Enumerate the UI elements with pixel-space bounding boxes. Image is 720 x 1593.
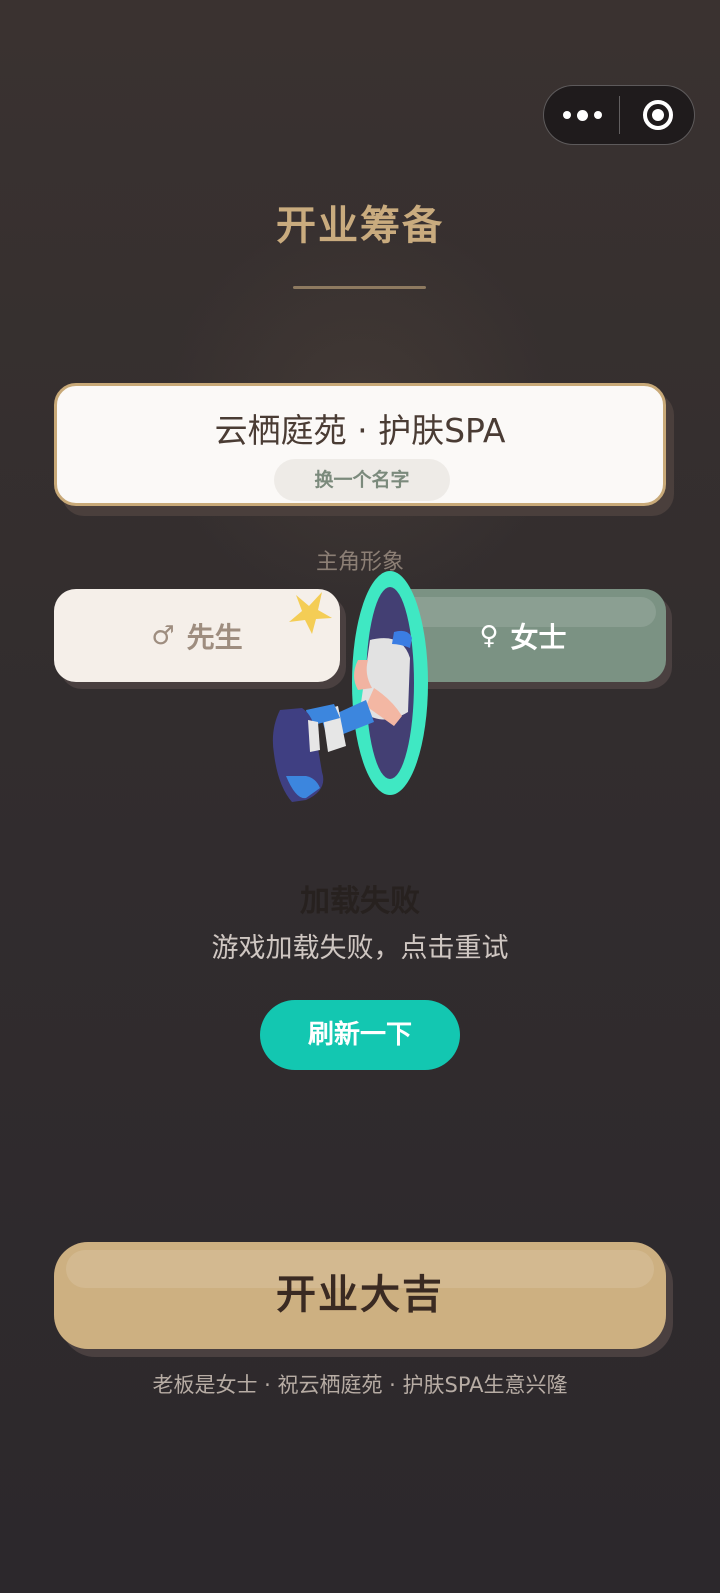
mini-program-capsule bbox=[543, 85, 695, 145]
target-close-icon[interactable] bbox=[620, 86, 696, 144]
error-title: 加载失败 bbox=[300, 884, 420, 919]
gender-male-label: 先生 bbox=[186, 620, 243, 654]
page-title: 开业筹备 bbox=[276, 203, 444, 249]
portal-legs-icon bbox=[272, 571, 428, 802]
male-symbol-icon: ♂ bbox=[151, 620, 175, 651]
change-name-button[interactable]: 换一个名字 bbox=[274, 459, 450, 501]
female-symbol-icon: ♀ bbox=[479, 620, 499, 651]
blessing-text: 老板是女士 · 祝云栖庭苑 · 护肤SPA生意兴隆 bbox=[152, 1373, 568, 1397]
shop-name-card: 云栖庭苑 · 护肤SPA 换一个名字 bbox=[54, 383, 666, 506]
grand-opening-button[interactable]: 开业大吉 bbox=[54, 1242, 666, 1349]
shop-name: 云栖庭苑 · 护肤SPA bbox=[214, 411, 506, 450]
more-dots-icon[interactable] bbox=[544, 86, 620, 144]
refresh-button[interactable]: 刷新一下 bbox=[260, 1000, 460, 1070]
grand-opening-label: 开业大吉 bbox=[276, 1272, 444, 1318]
title-divider bbox=[293, 286, 426, 289]
error-message: 游戏加载失败，点击重试 bbox=[211, 933, 509, 964]
gender-female-label: 女士 bbox=[510, 620, 567, 654]
